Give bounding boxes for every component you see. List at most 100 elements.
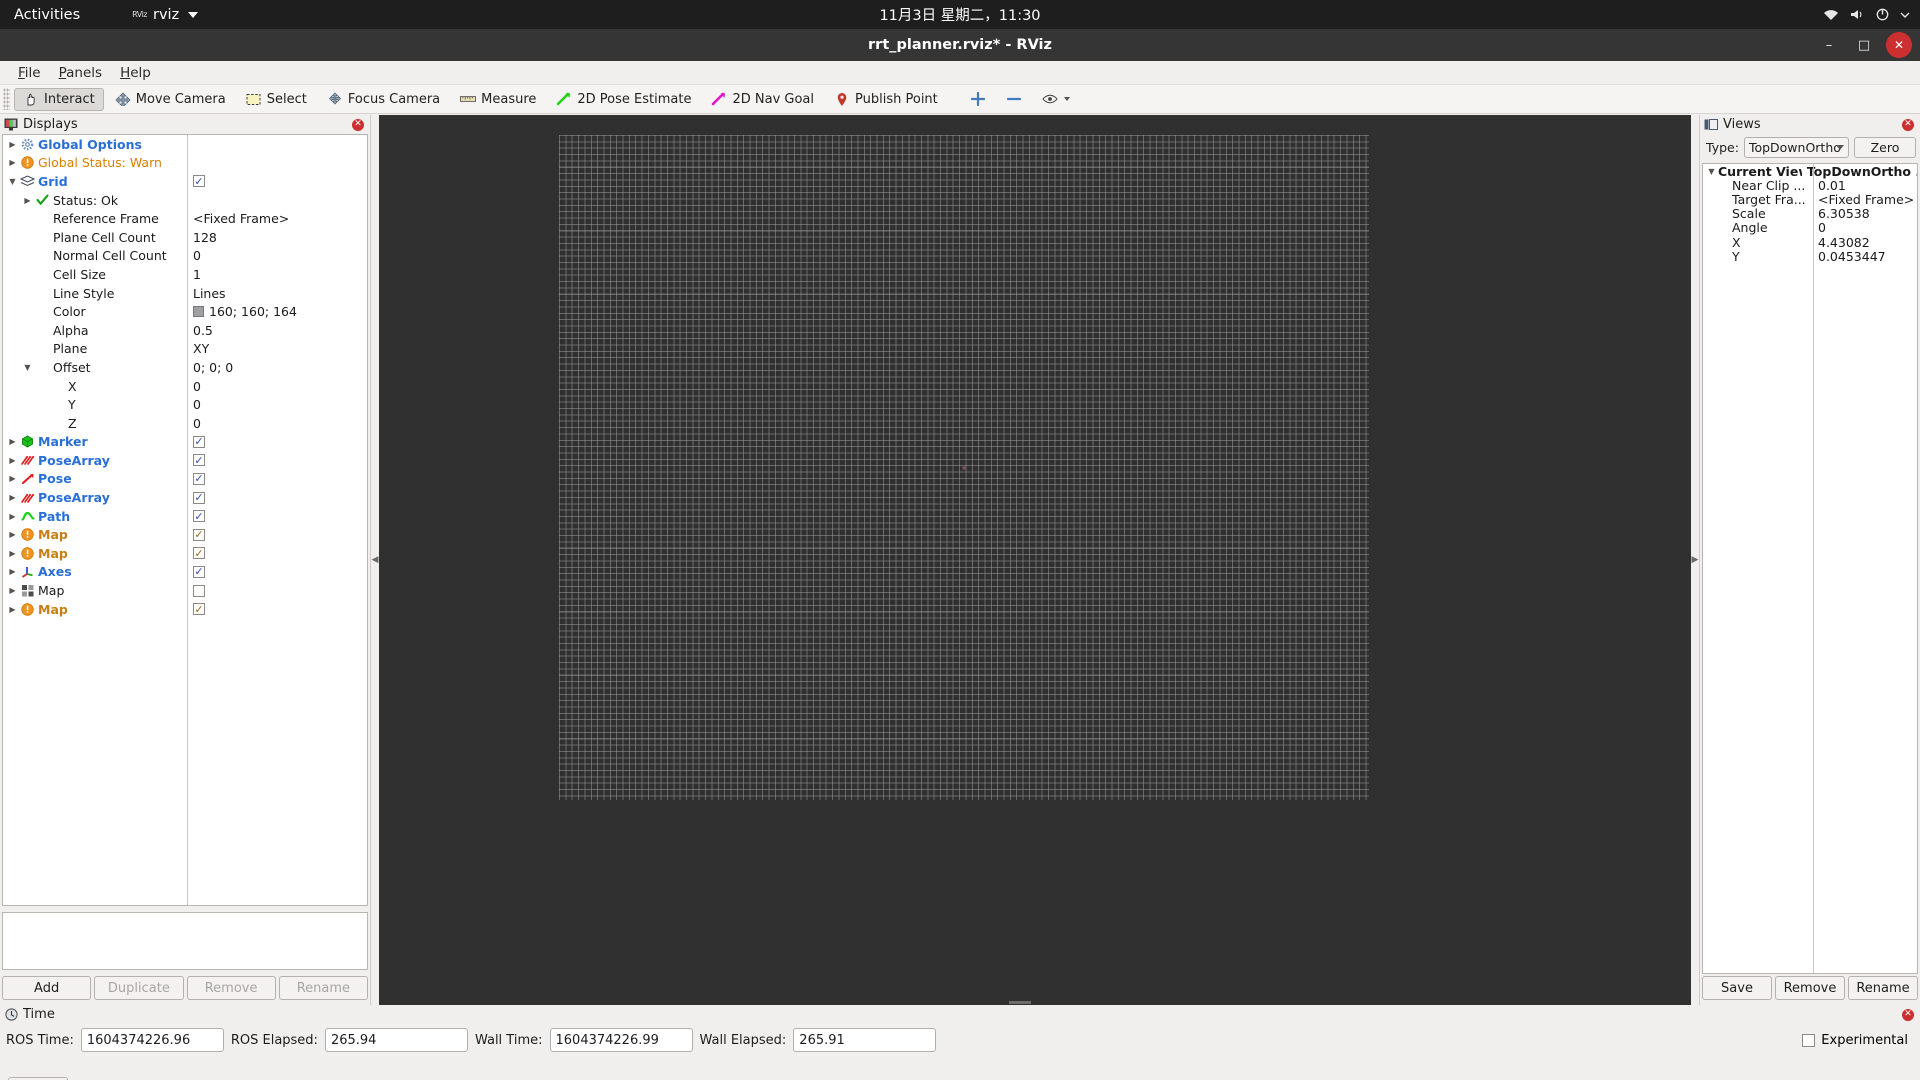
displays-row-value[interactable]: 160; 160; 164 [187,304,297,319]
menu-panels[interactable]: Panels [50,63,111,83]
displays-row-value[interactable]: ✓ [187,175,205,188]
expand-arrow-icon[interactable]: ▶ [6,437,19,446]
displays-row-value[interactable]: 0 [187,416,201,431]
displays-row[interactable]: Line Style Lines [3,284,367,303]
tool-move-camera[interactable]: Move Camera [106,88,235,111]
views-row[interactable]: X 4.43082 [1703,235,1917,250]
displays-row[interactable]: Cell Size 1 [3,265,367,284]
displays-row[interactable]: Plane Cell Count 128 [3,228,367,247]
zero-button[interactable]: Zero [1854,137,1916,158]
displays-row[interactable]: ▶ Global Status: Warn [3,154,367,173]
display-enable-checkbox[interactable] [193,584,205,597]
displays-row[interactable]: ▶ Global Options [3,135,367,154]
expand-arrow-icon[interactable]: ▶ [6,158,19,167]
expand-arrow-icon[interactable]: ▶ [6,567,19,576]
color-swatch[interactable] [193,306,204,318]
displays-row[interactable]: Plane XY [3,340,367,359]
expand-arrow-icon[interactable]: ▶ [21,196,34,205]
displays-row[interactable]: ▼ Grid ✓ [3,172,367,191]
rename-button[interactable]: Rename [278,976,368,1000]
display-enable-checkbox[interactable]: ✓ [193,454,205,467]
display-enable-checkbox[interactable]: ✓ [193,547,205,560]
close-icon[interactable]: ✕ [1902,1008,1914,1021]
displays-row[interactable]: Z0 [3,414,367,433]
wall-time-field[interactable]: 1604374226.99 [549,1028,693,1052]
displays-row-value[interactable]: ✓ [187,565,205,578]
expand-arrow-icon[interactable]: ▶ [6,549,19,558]
displays-row[interactable]: Color 160; 160; 164 [3,302,367,321]
displays-row-value[interactable]: ✓ [187,435,205,448]
displays-row-value[interactable]: ✓ [187,510,205,523]
displays-row-value[interactable]: 0 [187,397,201,412]
views-row-value[interactable]: 4.43082 [1813,235,1870,250]
display-enable-checkbox[interactable]: ✓ [193,472,205,485]
display-enable-checkbox[interactable]: ✓ [193,603,205,616]
ros-time-field[interactable]: 1604374226.96 [80,1028,224,1052]
displays-row[interactable]: ▼ Offset 0; 0; 0 [3,358,367,377]
display-enable-checkbox[interactable]: ✓ [193,175,205,188]
displays-row-value[interactable]: ✓ [187,547,205,560]
activities-button[interactable]: Activities [14,7,80,23]
close-button[interactable]: ✕ [1886,32,1912,58]
views-row-value[interactable]: 0.0453447 [1813,249,1886,264]
tool-remove[interactable] [997,88,1031,111]
displays-row-value[interactable]: 1 [187,267,201,282]
3d-viewport[interactable] [379,115,1691,1005]
clock[interactable]: 11月3日 星期二，11:30 [879,4,1040,25]
displays-row[interactable]: ▶ Pose ✓ [3,470,367,489]
tool-2d-nav-goal[interactable]: 2D Nav Goal [702,88,823,111]
views-row-value[interactable]: 6.30538 [1813,206,1870,221]
menu-file[interactable]: File [9,63,50,83]
displays-row-value[interactable]: Lines [187,286,226,301]
displays-row[interactable]: ▶ Map [3,581,367,600]
experimental-toggle[interactable]: Experimental [1802,1033,1908,1048]
display-enable-checkbox[interactable]: ✓ [193,510,205,523]
views-row-value[interactable]: 0 [1813,220,1826,235]
wall-elapsed-field[interactable]: 265.91 [793,1028,937,1052]
tool-select[interactable]: Select [237,88,316,111]
tool-visibility[interactable] [1033,88,1079,111]
expand-arrow-icon[interactable]: ▶ [6,530,19,539]
tool-interact[interactable]: Interact [14,87,104,111]
close-icon[interactable]: ✕ [1902,118,1914,131]
view-type-combo[interactable]: TopDownOrtho [1743,137,1849,158]
views-row[interactable]: ▼Current ViewTopDownOrtho ... [1703,164,1917,179]
displays-row-value[interactable]: ✓ [187,491,205,504]
expand-arrow-icon[interactable]: ▶ [6,493,19,502]
collapse-arrow-icon[interactable]: ▼ [21,363,34,372]
display-enable-checkbox[interactable]: ✓ [193,491,205,504]
duplicate-button[interactable]: Duplicate [94,976,184,1000]
ros-elapsed-field[interactable]: 265.94 [324,1028,468,1052]
displays-row-value[interactable]: 0 [187,248,201,263]
expand-arrow-icon[interactable]: ▶ [6,140,19,149]
displays-row[interactable]: ▶ Path ✓ [3,507,367,526]
rename-view-button[interactable]: Rename [1848,976,1918,1000]
tool-add[interactable] [961,88,995,111]
minimize-button[interactable]: – [1816,32,1842,58]
save-view-button[interactable]: Save [1702,976,1772,1000]
views-row[interactable]: Near Clip ... 0.01 [1703,178,1917,193]
collapse-arrow-icon[interactable]: ▼ [6,177,19,186]
toolbar-grip[interactable] [3,88,10,110]
displays-row[interactable]: X0 [3,377,367,396]
views-row[interactable]: Y 0.0453447 [1703,249,1917,264]
remove-button[interactable]: Remove [186,976,276,1000]
displays-row-value[interactable]: ✓ [187,603,205,616]
displays-row-value[interactable]: XY [187,341,209,356]
displays-row-value[interactable]: ✓ [187,528,205,541]
displays-row[interactable]: Y0 [3,395,367,414]
views-row-value[interactable]: TopDownOrtho ... [1802,164,1917,179]
displays-row[interactable]: ▶ PoseArray ✓ [3,488,367,507]
displays-row[interactable]: ▶ Marker ✓ [3,433,367,452]
views-row-value[interactable]: <Fixed Frame> [1813,192,1914,207]
right-splitter-handle[interactable]: ▶ [1691,115,1699,1005]
collapse-arrow-icon[interactable]: ▼ [1705,167,1718,176]
scrollbar-thumb[interactable] [1008,1001,1031,1004]
views-column-splitter[interactable] [1813,164,1814,973]
displays-row[interactable]: ▶ Map ✓ [3,525,367,544]
displays-row-value[interactable]: 0.5 [187,323,213,338]
displays-row[interactable]: ▶ Status: Ok [3,191,367,210]
app-menu[interactable]: RViz rviz [132,7,199,23]
views-tree[interactable]: ▼Current ViewTopDownOrtho ...Near Clip .… [1702,163,1918,974]
menu-help[interactable]: Help [111,63,160,83]
